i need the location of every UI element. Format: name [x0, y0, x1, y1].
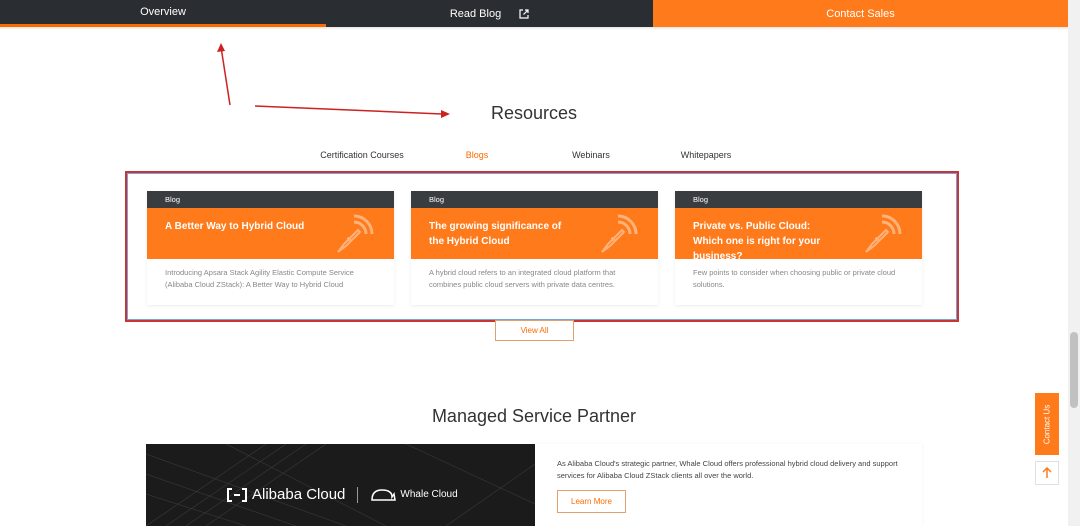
blog-card[interactable]: Blog A Better Way to Hybrid Cloud Introd… [147, 191, 394, 305]
tab-webinars[interactable]: Webinars [550, 150, 632, 160]
alibaba-bracket-icon [227, 487, 247, 502]
arrow-up-icon [1042, 467, 1052, 478]
contact-us-side-button[interactable]: Contact Us [1035, 393, 1059, 455]
back-to-top-button[interactable] [1035, 461, 1059, 485]
card-category: Blog [411, 191, 658, 208]
view-all-button[interactable]: View All [495, 320, 574, 341]
tab-overview[interactable]: Overview [0, 0, 326, 27]
card-title: Private vs. Public Cloud: Which one is r… [693, 221, 821, 262]
card-banner: A Better Way to Hybrid Cloud [147, 208, 394, 259]
whale-icon [371, 488, 397, 501]
annotation-arrow-up [217, 43, 231, 106]
msp-description: As Alibaba Cloud's strategic partner, Wh… [557, 459, 898, 480]
card-banner: Private vs. Public Cloud: Which one is r… [675, 208, 922, 262]
alibaba-cloud-logo-text: Alibaba Cloud [252, 486, 346, 503]
learn-more-button[interactable]: Learn More [557, 490, 626, 513]
logo-separator [357, 486, 359, 503]
card-category: Blog [147, 191, 394, 208]
blog-card[interactable]: Blog The growing significance of the Hyb… [411, 191, 658, 305]
whale-cloud-logo-text: Whale Cloud [400, 489, 458, 500]
nav-shadow [0, 27, 1068, 30]
fountain-pen-icon [337, 214, 374, 253]
card-banner: The growing significance of the Hybrid C… [411, 208, 658, 259]
network-pattern-graphic [146, 444, 535, 526]
blog-card[interactable]: Blog Private vs. Public Cloud: Which one… [675, 191, 922, 305]
tab-overview-label: Overview [140, 6, 186, 18]
alibaba-cloud-logo: Alibaba Cloud [226, 486, 345, 503]
card-description: A hybrid cloud refers to an integrated c… [429, 268, 616, 289]
card-description: Introducing Apsara Stack Agility Elastic… [165, 268, 354, 289]
card-title: A Better Way to Hybrid Cloud [165, 221, 305, 232]
msp-banner-image: Alibaba Cloud Whale Cloud [146, 444, 535, 526]
card-category: Blog [675, 191, 922, 208]
resources-title: Resources [490, 103, 578, 123]
msp-info-panel: As Alibaba Cloud's strategic partner, Wh… [535, 444, 922, 526]
contact-us-label: Contact Us [1042, 404, 1052, 444]
fountain-pen-icon [601, 214, 638, 253]
tab-whitepapers[interactable]: Whitepapers [666, 150, 746, 160]
card-title: The growing significance of the Hybrid C… [429, 221, 562, 247]
tab-read-blog[interactable]: Read Blog [326, 0, 653, 27]
tab-contact-sales[interactable]: Contact Sales [653, 0, 1068, 27]
tab-certification-courses[interactable]: Certification Courses [300, 150, 424, 160]
fountain-pen-icon [865, 214, 902, 253]
page-scrollbar[interactable] [1068, 0, 1080, 526]
msp-title: Managed Service Partner [431, 406, 637, 426]
tab-contact-sales-label: Contact Sales [826, 7, 895, 20]
whale-cloud-logo: Whale Cloud [370, 487, 458, 503]
top-nav: Overview Read Blog Contact Sales [0, 0, 1068, 27]
partner-logos: Alibaba Cloud Whale Cloud [226, 486, 458, 503]
external-link-icon [519, 8, 529, 19]
tab-blogs[interactable]: Blogs [421, 150, 533, 160]
scrollbar-thumb[interactable] [1070, 332, 1078, 408]
tab-read-blog-label: Read Blog [449, 7, 502, 20]
